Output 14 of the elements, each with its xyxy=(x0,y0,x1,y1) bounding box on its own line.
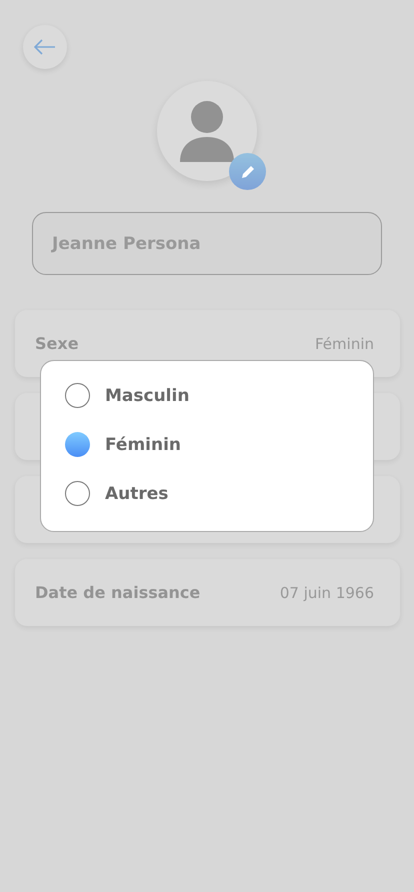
option-label[interactable]: Masculin xyxy=(105,386,190,406)
row-label: Sexe xyxy=(35,334,79,353)
row-value: 07 juin 1966 xyxy=(280,584,374,602)
row-value: Féminin xyxy=(315,334,374,352)
person-icon xyxy=(180,101,234,163)
radio-button[interactable] xyxy=(65,481,90,506)
row-label: Date de naissance xyxy=(35,583,200,602)
back-button[interactable] xyxy=(23,25,67,69)
back-arrow-icon xyxy=(34,39,56,55)
option-label[interactable]: Autres xyxy=(105,484,168,504)
option-label[interactable]: Féminin xyxy=(105,434,182,454)
radio-button[interactable] xyxy=(65,383,90,408)
radio-button[interactable] xyxy=(65,432,90,457)
edit-photo-button[interactable] xyxy=(229,153,266,190)
